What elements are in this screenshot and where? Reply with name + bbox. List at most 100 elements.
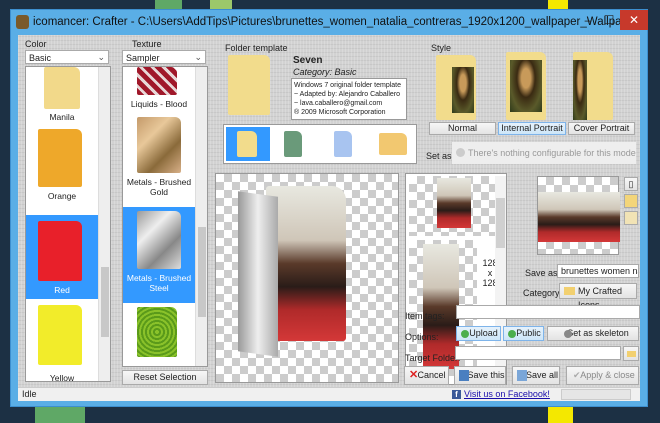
public-toggle[interactable]: Public	[503, 326, 544, 341]
template-seven[interactable]	[226, 127, 270, 161]
color-item-red[interactable]: Red	[26, 215, 98, 299]
item-label: Orange	[47, 191, 77, 201]
status-bar: Idle f Visit us on Facebook!	[18, 387, 640, 401]
folder-icon	[38, 129, 82, 187]
item-label: Metals - Brushed Gold	[126, 177, 192, 197]
folder-icon	[137, 67, 177, 95]
title-bar[interactable]: icomancer: Crafter - C:\Users\AddTips\Pi…	[11, 10, 647, 34]
folder-template-label: Folder template	[225, 43, 288, 53]
save-all-button[interactable]: Save all	[512, 366, 560, 385]
folder-icon	[627, 351, 636, 357]
texture-list: Liquids - Blood Metals - Brushed Gold Me…	[122, 66, 208, 367]
size-preview-large[interactable]	[409, 176, 504, 236]
item-label: Red	[54, 285, 70, 295]
texture-item-gold[interactable]: Metals - Brushed Gold	[123, 115, 195, 205]
preview-photo	[437, 178, 471, 228]
save-all-label: Save all	[525, 370, 559, 380]
main-preview	[215, 173, 399, 383]
apply-close-label: Apply & close	[580, 370, 635, 380]
preview-photo	[266, 186, 346, 341]
texture-item-green[interactable]	[123, 305, 195, 365]
folder-icon	[38, 221, 82, 281]
texture-item-blood[interactable]: Liquids - Blood	[123, 67, 195, 113]
style-cover-portrait-button[interactable]: Cover Portrait	[568, 122, 635, 135]
template-description: Windows 7 original folder template ~ Ada…	[291, 78, 407, 120]
folder-icon	[38, 305, 82, 365]
folder-preview-icon[interactable]	[624, 194, 638, 208]
style-normal-button[interactable]: Normal	[429, 122, 496, 135]
set-as-value: There's nothing configurable for this mo…	[468, 148, 636, 158]
item-tags-label: Item tags:	[405, 311, 445, 321]
texture-select-value: Sampler	[126, 53, 160, 63]
window-title: icomancer: Crafter - C:\Users\AddTips\Pi…	[33, 16, 638, 28]
background-stripe	[35, 405, 85, 423]
browse-folder-button[interactable]	[623, 346, 639, 361]
template-strip	[223, 124, 417, 164]
preview-photo	[423, 244, 459, 369]
texture-select[interactable]: Sampler ⌄	[122, 50, 206, 64]
texture-list-scrollbar[interactable]	[195, 67, 207, 366]
style-internal-preview	[506, 52, 546, 120]
save-all-icon	[517, 370, 527, 381]
scroll-thumb	[496, 198, 505, 248]
save-as-label: Save as:	[525, 268, 561, 278]
final-preview	[537, 176, 620, 255]
color-item-manila[interactable]: Manila	[26, 67, 98, 123]
template-category: Category: Basic	[293, 67, 357, 77]
color-list-scrollbar[interactable]	[98, 67, 110, 381]
texture-label: Texture	[132, 39, 162, 49]
scroll-thumb[interactable]	[101, 267, 109, 337]
background-stripe	[548, 405, 573, 423]
maximize-button[interactable]: ☐	[599, 10, 619, 30]
cancel-x-icon: ✕	[409, 369, 419, 381]
upload-toggle[interactable]: Upload	[456, 326, 501, 341]
folder-icon	[137, 117, 181, 173]
texture-item-steel[interactable]: Metals - Brushed Steel	[123, 207, 195, 303]
facebook-icon: f	[452, 390, 461, 399]
scroll-thumb[interactable]	[198, 227, 206, 317]
category-button[interactable]: My Crafted Icons	[559, 283, 637, 310]
folder-search-icon[interactable]	[624, 211, 638, 225]
style-label: Style	[431, 43, 452, 53]
folder-icon	[237, 131, 257, 157]
description-line: ® 2009 Microsoft Corporation	[294, 109, 386, 116]
folder-icon	[564, 287, 575, 295]
template-name: Seven	[293, 55, 323, 66]
set-as-dropdown[interactable]: There's nothing configurable for this mo…	[452, 142, 636, 180]
apply-close-button[interactable]: ✔ Apply & close	[566, 366, 639, 385]
portrait-image	[573, 60, 587, 120]
color-item-orange[interactable]: Orange	[26, 125, 98, 205]
template-folder-preview	[228, 55, 270, 115]
item-label: Manila	[49, 112, 75, 122]
client-area: Color Basic ⌄ Manila Orange Red Yellow Te…	[18, 35, 640, 401]
check-icon	[461, 330, 469, 338]
reset-selection-button[interactable]: Reset Selection	[122, 370, 208, 385]
color-item-yellow[interactable]: Yellow	[26, 303, 98, 381]
template-blue-folder[interactable]	[334, 131, 352, 157]
crafter-window: icomancer: Crafter - C:\Users\AddTips\Pi…	[10, 9, 648, 407]
target-folder-input[interactable]	[455, 346, 621, 360]
facebook-link[interactable]: Visit us on Facebook!	[464, 388, 550, 401]
progress-bar	[561, 389, 631, 400]
close-button[interactable]: ✕	[620, 10, 648, 30]
public-label: Public	[516, 328, 541, 338]
color-select[interactable]: Basic ⌄	[25, 50, 109, 64]
item-tags-input[interactable]	[456, 305, 640, 319]
style-internal-portrait-button[interactable]: Internal Portrait	[498, 122, 566, 135]
app-icon	[16, 15, 29, 29]
save-this-label: Save this	[467, 370, 505, 380]
preview-folder-flap	[238, 191, 278, 357]
category-label: Category:	[523, 288, 563, 298]
style-normal-preview	[436, 55, 476, 120]
chevron-down-icon: ⌄	[97, 52, 105, 62]
target-folder-label: Target Folder:	[405, 353, 461, 363]
phone-icon[interactable]: ▯	[624, 177, 638, 191]
cancel-button[interactable]: ✕ Cancel	[404, 366, 449, 385]
set-as-skeleton-toggle[interactable]: Set as skeleton	[547, 326, 639, 341]
description-line: ~ lava.caballero@gmail.com	[294, 100, 383, 107]
save-this-button[interactable]: Save this	[454, 366, 506, 385]
minimize-button[interactable]: ‒	[578, 10, 598, 30]
save-as-input[interactable]: brunettes women natal	[557, 264, 639, 278]
template-open-folder[interactable]	[379, 133, 407, 155]
template-green-folder[interactable]	[284, 131, 302, 157]
